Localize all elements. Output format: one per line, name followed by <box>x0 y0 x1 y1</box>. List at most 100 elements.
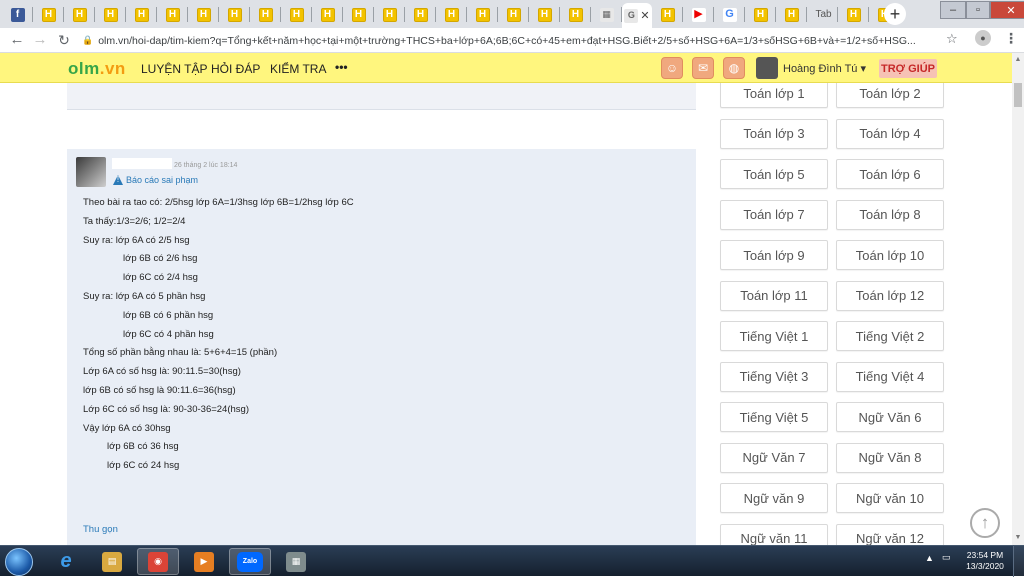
active-favicon-icon: G <box>624 8 639 23</box>
tray-arrow-icon[interactable]: ▲ <box>925 553 934 563</box>
show-desktop-button[interactable] <box>1013 546 1024 577</box>
subject-button[interactable]: Toán lớp 10 <box>836 240 944 270</box>
new-tab-button[interactable]: + <box>884 3 906 25</box>
browser-tab[interactable]: H <box>188 3 219 26</box>
browser-tab[interactable]: H <box>405 3 436 26</box>
subject-button[interactable]: Toán lớp 1 <box>720 83 828 108</box>
browser-tab[interactable]: H <box>560 3 591 26</box>
browser-tab[interactable]: ▦ <box>591 3 622 26</box>
subject-button[interactable]: Toán lớp 4 <box>836 118 944 149</box>
maximize-button[interactable]: ▫ <box>966 1 990 19</box>
extension-icon[interactable]: ● <box>975 30 991 46</box>
browser-tab[interactable]: H <box>498 3 529 26</box>
network-icon[interactable]: ▭ <box>942 552 951 563</box>
subject-button[interactable]: Toán lớp 7 <box>720 199 828 230</box>
subject-button[interactable]: Tiếng Việt 4 <box>836 361 944 392</box>
bookmark-star-icon[interactable]: ☆ <box>946 31 958 47</box>
browser-tab[interactable]: H <box>157 3 188 26</box>
scroll-down-icon[interactable]: ▼ <box>1012 531 1024 545</box>
browser-tab[interactable]: H <box>374 3 405 26</box>
subject-button[interactable]: Ngữ Văn 6 <box>836 402 944 432</box>
page-scrollbar[interactable]: ▲ ▼ <box>1012 53 1024 545</box>
subject-button[interactable]: Toán lớp 5 <box>720 159 828 189</box>
subject-button[interactable]: Ngữ Văn 8 <box>836 442 944 473</box>
subject-button[interactable]: Toán lớp 8 <box>836 199 944 230</box>
subject-button[interactable]: Toán lớp 9 <box>720 240 828 270</box>
browser-tab[interactable]: G <box>714 3 745 26</box>
olm-logo[interactable]: olm.vn <box>68 59 126 79</box>
browser-tab[interactable]: H <box>838 3 869 26</box>
subject-button[interactable]: Tiếng Việt 5 <box>720 402 828 432</box>
minimize-button[interactable]: – <box>940 1 966 19</box>
taskbar-calculator[interactable]: ▦ <box>275 548 317 575</box>
chat-icon[interactable]: ✉ <box>692 57 714 79</box>
help-button[interactable]: TRỢ GIÚP <box>879 59 937 78</box>
browser-tab[interactable]: H <box>250 3 281 26</box>
browser-tab[interactable]: H <box>343 3 374 26</box>
browser-tab-active[interactable]: G ✕ <box>622 3 652 28</box>
taskbar-chrome[interactable]: ◉ <box>137 548 179 575</box>
browser-tab[interactable]: H <box>436 3 467 26</box>
add-friend-icon[interactable]: ☺ <box>661 57 683 79</box>
menu-kiem-tra[interactable]: KIỂM TRA <box>270 62 326 76</box>
user-name-menu[interactable]: Hoàng Đình Tú ▾ <box>783 62 866 75</box>
answer-author-name[interactable] <box>112 158 172 169</box>
forward-icon[interactable]: → <box>31 31 49 49</box>
browser-tab[interactable]: H <box>745 3 776 26</box>
globe-icon[interactable]: ◍ <box>723 57 745 79</box>
back-icon[interactable]: ← <box>8 31 26 49</box>
browser-tab[interactable]: H <box>652 3 683 26</box>
scroll-to-top-icon[interactable]: ↑ <box>970 508 1000 538</box>
subject-button[interactable]: Tiếng Việt 2 <box>836 321 944 351</box>
browser-tab[interactable]: H <box>529 3 560 26</box>
subject-button[interactable]: Toán lớp 11 <box>720 280 828 311</box>
subject-button[interactable]: Tiếng Việt 3 <box>720 361 828 392</box>
browser-tab[interactable]: H <box>776 3 807 26</box>
answer-line: Theo bài ra tao có: 2/5hsg lớp 6A=1/3hsg… <box>83 197 354 208</box>
subject-button[interactable]: Toán lớp 3 <box>720 118 828 149</box>
start-button[interactable] <box>5 548 33 576</box>
scrollbar-thumb[interactable] <box>1014 83 1022 107</box>
menu-luyen-tap[interactable]: LUYỆN TẬP <box>141 62 207 76</box>
taskbar-internet-explorer[interactable]: e <box>45 548 87 575</box>
menu-hoi-dap[interactable]: HỎI ĐÁP <box>211 62 260 76</box>
collapse-link[interactable]: Thu gọn <box>83 524 118 535</box>
reload-icon[interactable]: ↻ <box>55 31 73 49</box>
browser-tab[interactable]: Tab <box>807 3 838 26</box>
answer-author-avatar[interactable] <box>76 157 106 187</box>
olm-favicon-icon: H <box>227 7 242 22</box>
user-avatar[interactable] <box>756 57 778 79</box>
subject-button[interactable]: Ngữ văn 11 <box>720 523 828 545</box>
report-link[interactable]: ! Báo cáo sai phạm <box>113 175 198 185</box>
browser-tab[interactable]: H <box>312 3 343 26</box>
url-text[interactable]: olm.vn/hoi-dap/tim-kiem?q=Tổng+kết+năm+h… <box>98 35 936 47</box>
browser-tab[interactable]: H <box>219 3 250 26</box>
browser-tab[interactable]: H <box>33 3 64 26</box>
taskbar-media-player[interactable]: ▶ <box>183 548 225 575</box>
browser-tab[interactable]: H <box>467 3 498 26</box>
subject-button[interactable]: Toán lớp 2 <box>836 83 944 108</box>
browser-tab[interactable]: H <box>281 3 312 26</box>
taskbar-zalo[interactable]: Zalo <box>229 548 271 575</box>
subject-button[interactable]: Tiếng Việt 1 <box>720 321 828 351</box>
taskbar-file-explorer[interactable]: ▤ <box>91 548 133 575</box>
scroll-up-icon[interactable]: ▲ <box>1012 53 1024 67</box>
browser-tab[interactable]: f <box>2 3 33 26</box>
browser-tab[interactable]: H <box>64 3 95 26</box>
subject-button[interactable]: Ngữ Văn 7 <box>720 442 828 473</box>
subject-button[interactable]: Toán lớp 6 <box>836 159 944 189</box>
taskbar-clock[interactable]: 23:54 PM 13/3/2020 <box>965 550 1005 572</box>
browser-tab[interactable]: H <box>95 3 126 26</box>
browser-tab[interactable]: H <box>126 3 157 26</box>
close-window-button[interactable]: ✕ <box>990 1 1024 19</box>
subject-button[interactable]: Ngữ văn 9 <box>720 483 828 513</box>
olm-favicon-icon: H <box>475 7 490 22</box>
subject-button[interactable]: Ngữ văn 12 <box>836 523 944 545</box>
subject-button[interactable]: Toán lớp 12 <box>836 280 944 311</box>
menu-more[interactable]: ••• <box>335 60 348 74</box>
close-tab-icon[interactable]: ✕ <box>640 9 649 22</box>
browser-menu-icon[interactable]: ⋮ <box>1004 30 1018 47</box>
subject-button[interactable]: Ngữ văn 10 <box>836 483 944 513</box>
browser-tab[interactable]: ▶ <box>683 3 714 26</box>
address-bar[interactable]: 🔒 olm.vn/hoi-dap/tim-kiem?q=Tổng+kết+năm… <box>82 31 964 50</box>
